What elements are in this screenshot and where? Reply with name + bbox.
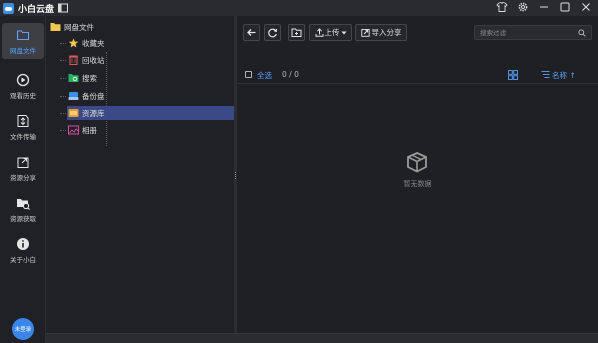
sort-by-name-label[interactable]: 名称 ↑ xyxy=(552,70,576,81)
nav-label: 资源获取 xyxy=(10,214,36,223)
list-header: 全选 0 / 0 名称 ↑ xyxy=(237,66,598,84)
select-all-checkbox[interactable] xyxy=(245,71,252,78)
search-box[interactable] xyxy=(474,25,592,40)
tree-node-label: 相册 xyxy=(82,125,97,135)
folder-tree: 网盘文件 收藏夹 回收站 搜索 备份盘 资源库 相册 xyxy=(46,16,235,333)
arrow-left-icon xyxy=(247,29,256,36)
trash-icon xyxy=(69,55,78,65)
import-share-icon xyxy=(360,29,370,37)
refresh-icon xyxy=(268,28,278,38)
upload-button[interactable]: 上传 xyxy=(309,24,352,41)
minimize-icon[interactable] xyxy=(538,1,550,13)
tree-node-label: 搜索 xyxy=(82,73,97,83)
nav-item-file-transfer[interactable]: 文件传输 xyxy=(2,109,44,145)
search-icon[interactable] xyxy=(578,29,586,37)
maximize-icon[interactable] xyxy=(559,1,571,13)
tree-node-favorites[interactable]: 收藏夹 xyxy=(60,36,108,50)
skin-icon[interactable] xyxy=(496,1,508,13)
tree-node-search[interactable]: 搜索 xyxy=(60,71,100,85)
nav-item-resource-share[interactable]: 资源分享 xyxy=(2,150,44,186)
folder-icon xyxy=(16,29,30,40)
nav-label: 资源分享 xyxy=(10,173,36,182)
back-button[interactable] xyxy=(243,24,260,41)
nav-label: 观看历史 xyxy=(10,91,36,100)
tree-node-label: 备份盘 xyxy=(82,91,105,101)
selection-count: 0 / 0 xyxy=(282,70,299,79)
caret-down-icon xyxy=(341,31,346,34)
tree-root-label: 网盘文件 xyxy=(64,22,94,32)
file-list-panel: 上传 导入分享 全选 0 / 0 名称 ↑ 暂无数据 xyxy=(237,16,598,333)
nav-item-watch-history[interactable]: 观看历史 xyxy=(2,68,44,104)
app-title: 小白云盘 xyxy=(18,4,55,15)
upload-icon xyxy=(315,28,323,37)
nav-label: 关于小白 xyxy=(10,255,36,264)
sidebar-toggle-icon[interactable] xyxy=(57,2,69,14)
toolbar: 上传 导入分享 xyxy=(237,16,598,50)
tree-node-label: 回收站 xyxy=(82,55,105,65)
close-icon[interactable] xyxy=(580,1,592,13)
album-icon xyxy=(68,125,79,135)
tree-node-recycle-bin[interactable]: 回收站 xyxy=(60,53,108,67)
empty-state-text: 暂无数据 xyxy=(403,180,432,188)
new-folder-button[interactable] xyxy=(288,24,305,41)
empty-box-icon xyxy=(407,152,427,173)
grid-view-icon[interactable] xyxy=(508,70,518,80)
star-icon xyxy=(68,38,79,48)
folder-search-icon xyxy=(17,198,30,210)
nav-item-cloud-files[interactable]: 网盘文件 xyxy=(2,23,44,59)
splitter-grip xyxy=(235,172,236,179)
refresh-button[interactable] xyxy=(264,24,281,41)
info-icon xyxy=(17,237,29,250)
tree-node-album[interactable]: 相册 xyxy=(60,123,100,137)
nav-item-resource-fetch[interactable]: 资源获取 xyxy=(2,191,44,227)
tree-node-backup-drive[interactable]: 备份盘 xyxy=(60,89,108,103)
avatar-login[interactable]: 未登录 xyxy=(12,318,34,340)
import-share-button[interactable]: 导入分享 xyxy=(355,24,407,41)
tree-node-label: 收藏夹 xyxy=(82,38,105,48)
nav-item-about[interactable]: 关于小白 xyxy=(2,232,44,268)
library-icon xyxy=(68,109,79,117)
title-bar: 小白云盘 xyxy=(0,0,598,16)
tree-node-resource-library[interactable]: 资源库 xyxy=(60,106,235,120)
tree-node-label: 资源库 xyxy=(82,108,105,118)
sort-list-icon[interactable] xyxy=(541,70,550,79)
tree-root-cloud-files[interactable]: 网盘文件 xyxy=(50,20,94,34)
folder-icon xyxy=(50,23,61,31)
play-history-icon xyxy=(16,73,30,86)
share-icon xyxy=(17,157,29,168)
select-all-label[interactable]: 全选 xyxy=(257,70,272,81)
status-bar xyxy=(46,333,598,343)
import-share-label: 导入分享 xyxy=(371,28,402,37)
settings-gear-icon[interactable] xyxy=(517,1,529,13)
nav-label: 网盘文件 xyxy=(10,46,36,55)
transfer-icon xyxy=(17,114,29,127)
upload-label: 上传 xyxy=(324,28,340,37)
search-folder-icon xyxy=(68,74,79,82)
left-nav: 网盘文件 观看历史 文件传输 资源分享 资源获取 关于小白 未登录 xyxy=(0,16,46,343)
new-folder-icon xyxy=(291,28,302,37)
search-input[interactable] xyxy=(480,28,572,38)
nav-label: 文件传输 xyxy=(10,132,36,141)
backup-drive-icon xyxy=(68,92,79,100)
app-logo-icon xyxy=(3,2,14,14)
